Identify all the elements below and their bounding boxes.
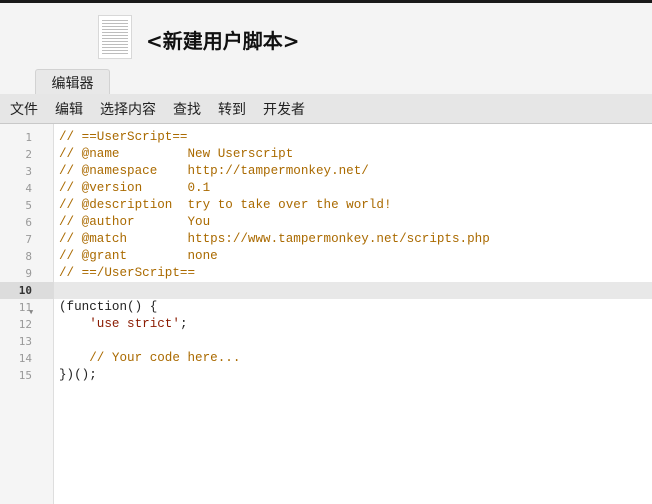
menu-bar: 文件 编辑 选择内容 查找 转到 开发者 [0,94,652,124]
line-number: 14 [18,352,32,365]
code-line[interactable]: // Your code here... [59,350,240,367]
line-number: 4 [25,182,32,195]
header: <新建用户脚本> 编辑器 [0,3,652,97]
line-number: 12 [18,318,32,331]
code-line[interactable]: // ==/UserScript== [59,265,195,282]
code-line[interactable]: // @namespace http://tampermonkey.net/ [59,163,369,180]
line-number: 11 ▼ [0,299,33,316]
code-line[interactable]: (function() { [59,299,157,316]
active-line-highlight [0,282,652,299]
line-number: 8 [25,250,32,263]
menu-developer[interactable]: 开发者 [263,99,305,119]
code-line[interactable]: // ==UserScript== [59,129,187,146]
code-line[interactable]: 'use strict'; [59,316,187,333]
line-number: 9 [25,267,32,280]
menu-selection[interactable]: 选择内容 [100,99,156,119]
line-number-gutter: 1 2 3 4 5 6 7 8 9 10 11 ▼ 12 13 14 15 [0,124,54,504]
line-number: 3 [25,165,32,178]
menu-edit[interactable]: 编辑 [55,99,83,119]
code-line[interactable]: // @version 0.1 [59,180,210,197]
menu-goto[interactable]: 转到 [218,99,246,119]
menu-find[interactable]: 查找 [173,99,201,119]
line-number: 1 [25,131,32,144]
tab-editor[interactable]: 编辑器 [35,69,110,97]
menu-file[interactable]: 文件 [10,99,38,119]
line-number: 6 [25,216,32,229]
code-line[interactable]: // @grant none [59,248,218,265]
line-number: 5 [25,199,32,212]
line-number: 2 [25,148,32,161]
code-line[interactable]: // @match https://www.tampermonkey.net/s… [59,231,490,248]
script-logo-icon [98,15,132,59]
line-number: 10 [18,284,32,297]
page-title: <新建用户脚本> [146,29,300,53]
code-line[interactable]: // @description try to take over the wor… [59,197,392,214]
code-line[interactable]: // @author You [59,214,210,231]
line-number: 15 [18,369,32,382]
line-number: 13 [18,335,32,348]
code-line[interactable]: // @name New Userscript [59,146,293,163]
code-editor[interactable]: 1 2 3 4 5 6 7 8 9 10 11 ▼ 12 13 14 15 // ==UserScript==… [0,124,652,504]
line-number: 7 [25,233,32,246]
code-line[interactable]: })(); [59,367,97,384]
